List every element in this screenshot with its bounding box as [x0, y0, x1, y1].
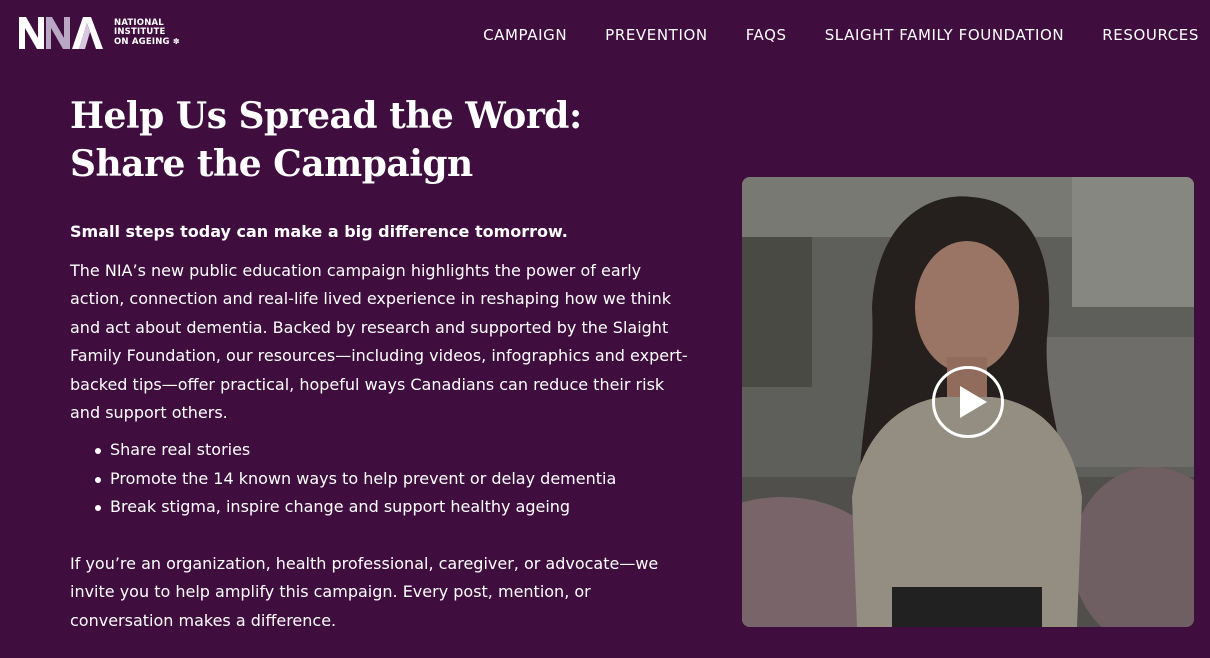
- play-button[interactable]: [932, 366, 1004, 438]
- list-item-text: Promote the 14 known ways to help preven…: [110, 468, 617, 488]
- nav-prevention[interactable]: PREVENTION: [605, 26, 708, 44]
- nav-campaign[interactable]: CAMPAIGN: [483, 26, 567, 44]
- list-item: Break stigma, inspire change and support…: [70, 493, 616, 522]
- nav-faqs[interactable]: FAQS: [746, 26, 787, 44]
- nav-slaight-family-foundation[interactable]: SLAIGHT FAMILY FOUNDATION: [825, 26, 1065, 44]
- site-header: NATIONAL INSTITUTE ON AGEING ✽ CAMPAIGN …: [0, 0, 1210, 70]
- nia-logo-mark: [19, 17, 103, 49]
- closing-paragraph: If you’re an organization, health profes…: [70, 554, 659, 630]
- logo-line-3: ON AGEING ✽: [114, 37, 180, 47]
- lead-text: Small steps today can make a big differe…: [70, 222, 568, 241]
- logo-wordmark: NATIONAL INSTITUTE ON AGEING ✽: [114, 19, 180, 47]
- logo-line-3-text: ON AGEING: [114, 37, 170, 47]
- nav-resources[interactable]: RESOURCES: [1102, 26, 1199, 44]
- list-item-text: Share real stories: [110, 440, 251, 459]
- bullet-icon: [95, 448, 101, 454]
- main-nav: CAMPAIGN PREVENTION FAQS SLAIGHT FAMILY …: [483, 26, 1199, 44]
- bullet-icon: [95, 505, 101, 511]
- video-player[interactable]: [742, 177, 1194, 627]
- list-item: Promote the 14 known ways to help preven…: [70, 465, 616, 494]
- maple-leaf-icon: ✽: [172, 37, 180, 46]
- page-title: Help Us Spread the Word: Share the Campa…: [70, 95, 582, 185]
- logo-line-2: INSTITUTE: [114, 27, 166, 37]
- play-icon: [960, 386, 987, 418]
- bullet-list: Share real stories Promote the 14 known …: [70, 436, 616, 522]
- bullet-icon: [95, 476, 101, 483]
- body-paragraph: The NIA’s new public education campaign …: [70, 261, 688, 423]
- nia-logo[interactable]: NATIONAL INSTITUTE ON AGEING ✽: [19, 14, 180, 52]
- list-item: Share real stories: [70, 436, 616, 465]
- list-item-text: Break stigma, inspire change and support…: [110, 497, 571, 516]
